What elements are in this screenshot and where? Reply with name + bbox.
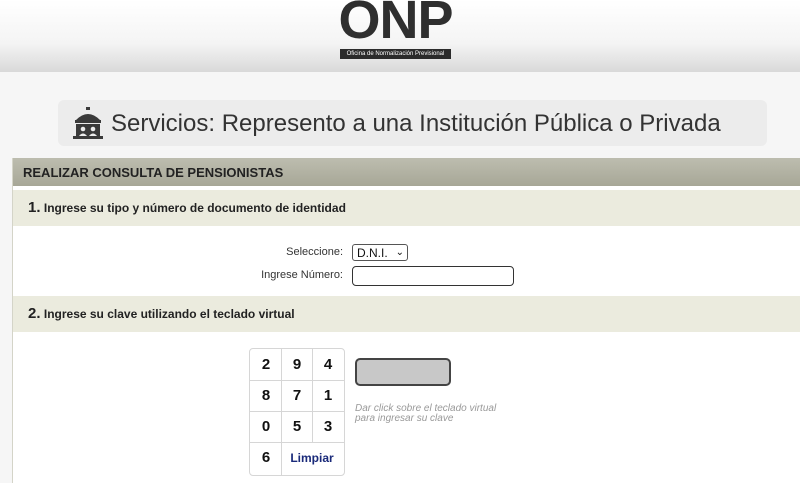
keypad-key[interactable]: 9 — [282, 350, 312, 380]
keypad-key[interactable]: 6 — [251, 443, 281, 473]
keypad-key[interactable]: 2 — [251, 350, 281, 380]
select-value: D.N.I. — [357, 246, 388, 260]
logo-subtitle: Oficina de Normalización Previsional — [340, 49, 451, 59]
page-title-box: Servicios: Represento a una Institución … — [58, 100, 767, 146]
chevron-down-icon: ⌄ — [395, 247, 404, 258]
select-label: Seleccione: — [286, 246, 343, 258]
keypad-key[interactable]: 4 — [313, 350, 343, 380]
step2-label: Ingrese su clave utilizando el teclado v… — [43, 307, 295, 321]
consulta-panel: REALIZAR CONSULTA DE PENSIONISTAS 1. Ing… — [12, 158, 800, 483]
keypad-key[interactable]: 3 — [313, 412, 343, 442]
keypad-hint: Dar click sobre el teclado virtual para … — [355, 404, 525, 424]
panel-heading: REALIZAR CONSULTA DE PENSIONISTAS — [13, 158, 800, 186]
logo-text: ONP — [338, 0, 453, 50]
header-bar: ONP Oficina de Normalización Previsional — [0, 0, 800, 72]
virtual-keypad: 2 9 4 8 7 1 0 5 3 6 Limpiar — [249, 348, 345, 476]
step1-header: 1. Ingrese su tipo y número de documento… — [13, 190, 800, 226]
keypad-key[interactable]: 0 — [251, 412, 281, 442]
keypad-key[interactable]: 1 — [313, 381, 343, 411]
document-type-select[interactable]: D.N.I. ⌄ — [352, 244, 408, 261]
keypad-key[interactable]: 8 — [251, 381, 281, 411]
step2-number: 2. — [28, 305, 41, 322]
step1-label: Ingrese su tipo y número de documento de… — [43, 201, 346, 215]
password-display — [355, 358, 451, 386]
clear-button[interactable]: Limpiar — [281, 443, 343, 473]
keypad-key[interactable]: 5 — [282, 412, 312, 442]
page-title: Servicios: Represento a una Institución … — [111, 110, 721, 137]
institution-building-icon — [73, 107, 103, 139]
step1-number: 1. — [28, 199, 41, 216]
number-label: Ingrese Número: — [261, 269, 343, 281]
keypad-key[interactable]: 7 — [282, 381, 312, 411]
step2-header: 2. Ingrese su clave utilizando el teclad… — [13, 296, 800, 332]
document-number-input[interactable] — [352, 266, 514, 286]
hint-line-2: para ingresar su clave — [355, 413, 454, 424]
onp-logo[interactable]: ONP Oficina de Normalización Previsional — [338, 0, 454, 62]
